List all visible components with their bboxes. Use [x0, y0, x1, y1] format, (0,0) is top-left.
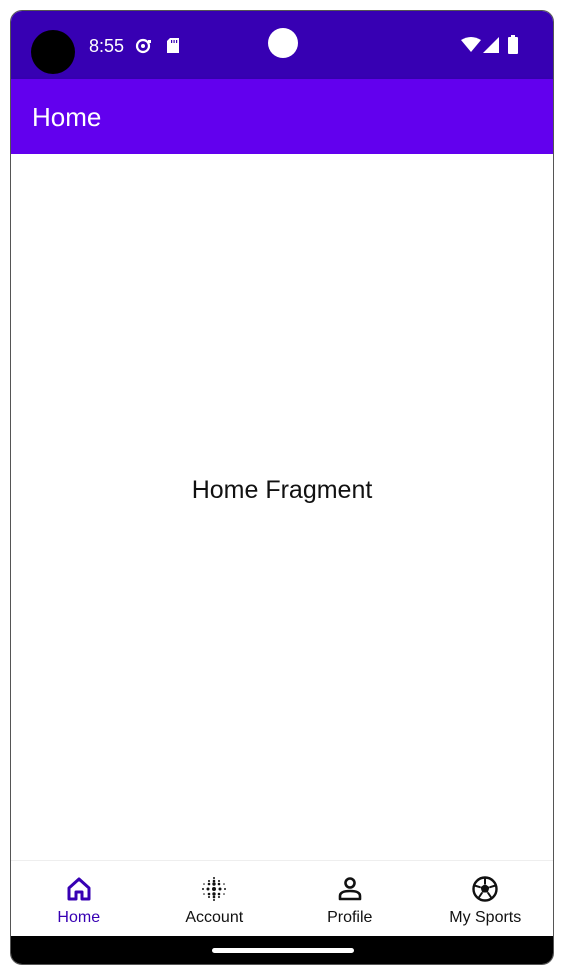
- nav-label-account: Account: [185, 909, 244, 926]
- notification-icon: [135, 38, 151, 54]
- dots-grid-icon: [202, 877, 227, 901]
- gesture-navigation-bar: [11, 936, 553, 964]
- nav-label-home: Home: [57, 909, 101, 926]
- nav-item-home[interactable]: Home: [11, 861, 147, 937]
- nav-label-my-sports: My Sports: [449, 909, 522, 926]
- nav-label-profile: Profile: [327, 909, 373, 926]
- soccer-ball-icon: [472, 876, 498, 902]
- nav-item-my-sports[interactable]: My Sports: [418, 861, 554, 937]
- app-bar-title: Home: [32, 102, 102, 132]
- sd-card-icon: [167, 38, 179, 53]
- home-icon: [67, 877, 91, 901]
- nav-item-profile[interactable]: Profile: [282, 861, 418, 937]
- camera-cutout: [31, 30, 75, 74]
- bottom-navigation: Home Account Profile My Sports: [11, 860, 553, 937]
- battery-icon: [508, 35, 518, 54]
- person-icon: [338, 877, 362, 901]
- status-time: 8:55: [89, 36, 125, 56]
- nav-item-account[interactable]: Account: [147, 861, 283, 937]
- status-bar: 8:55: [11, 11, 553, 79]
- wifi-icon: [461, 37, 481, 52]
- gesture-handle[interactable]: [212, 948, 354, 953]
- phone-frame: 8:55 Home Home Fragment Home Account Pro…: [10, 10, 554, 965]
- fragment-label: Home Fragment: [191, 476, 373, 504]
- fragment-content: Home Fragment: [11, 154, 553, 860]
- app-bar: Home: [11, 79, 553, 154]
- signal-icon: [483, 37, 499, 53]
- front-camera-dot: [268, 28, 298, 58]
